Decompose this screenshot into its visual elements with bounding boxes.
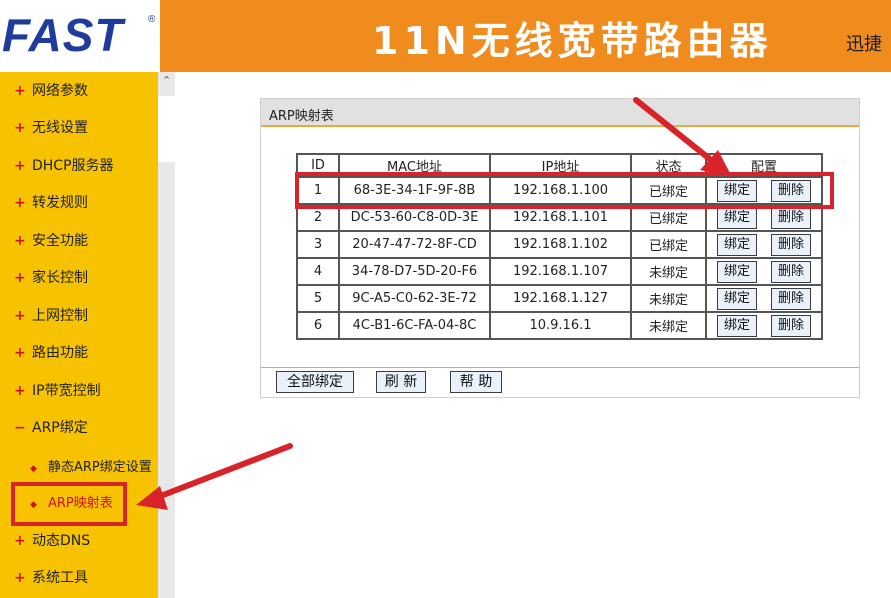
sidebar-item-system-tools[interactable]: + 系统工具 bbox=[14, 567, 88, 587]
row-id: 4 bbox=[296, 257, 340, 286]
sidebar-item-label: ARP绑定 bbox=[32, 420, 88, 436]
menu-highlight-box bbox=[11, 482, 127, 526]
row-config: 绑定 删除 bbox=[705, 230, 823, 259]
row-ip: 192.168.1.107 bbox=[489, 257, 632, 286]
sidebar-item-label: 家长控制 bbox=[32, 270, 88, 286]
sidebar-item-label: IP带宽控制 bbox=[32, 383, 101, 399]
sidebar-subitem-static-arp[interactable]: ◆ 静态ARP绑定设置 bbox=[30, 456, 152, 475]
table-row: 6 4C-B1-6C-FA-04-8C 10.9.16.1 未绑定 绑定 删除 bbox=[296, 311, 823, 340]
plus-icon: + bbox=[14, 158, 26, 174]
plus-icon: + bbox=[14, 345, 26, 361]
sidebar-item-label: DHCP服务器 bbox=[32, 158, 114, 174]
table-row: 4 34-78-D7-5D-20-F6 192.168.1.107 未绑定 绑定… bbox=[296, 257, 823, 286]
sidebar-item-security[interactable]: + 安全功能 bbox=[14, 230, 88, 250]
registered-mark: ® bbox=[148, 14, 156, 25]
sidebar-item-label: 系统工具 bbox=[32, 570, 88, 586]
plus-icon: + bbox=[14, 83, 26, 99]
bind-button[interactable]: 绑定 bbox=[716, 287, 757, 310]
sidebar-item-arp[interactable]: − ARP绑定 bbox=[14, 417, 88, 437]
sidebar-item-network[interactable]: + 网络参数 bbox=[14, 80, 88, 100]
row-highlight-box bbox=[295, 172, 834, 209]
row-config: 绑定 删除 bbox=[705, 311, 823, 340]
plus-icon: + bbox=[14, 120, 26, 136]
row-mac: 34-78-D7-5D-20-F6 bbox=[338, 257, 491, 286]
router-admin-page: FAST ® 11N无线宽带路由器 迅捷 ⌃ + 网络参数 + 无线设置 + DHCP… bbox=[0, 0, 891, 598]
plus-icon: + bbox=[14, 195, 26, 211]
sidebar-item-label: 转发规则 bbox=[32, 195, 88, 211]
help-button[interactable]: 帮 助 bbox=[450, 371, 502, 393]
sidebar-item-label: 动态DNS bbox=[32, 533, 91, 549]
brand-name: 迅捷 bbox=[846, 34, 882, 55]
sidebar-subitem-label: 静态ARP绑定设置 bbox=[48, 460, 152, 475]
sidebar-item-dhcp[interactable]: + DHCP服务器 bbox=[14, 155, 114, 175]
sidebar-item-parental[interactable]: + 家长控制 bbox=[14, 267, 88, 287]
panel-header: ARP映射表 bbox=[261, 99, 859, 127]
panel-title: ARP映射表 bbox=[269, 109, 334, 124]
delete-button[interactable]: 删除 bbox=[771, 206, 812, 229]
refresh-button[interactable]: 刷 新 bbox=[376, 371, 426, 393]
sidebar-item-forwarding[interactable]: + 转发规则 bbox=[14, 192, 88, 212]
minus-icon: − bbox=[14, 420, 26, 436]
row-mac: 4C-B1-6C-FA-04-8C bbox=[338, 311, 491, 340]
row-ip: 192.168.1.102 bbox=[489, 230, 632, 259]
row-status: 已绑定 bbox=[630, 230, 707, 259]
plus-icon: + bbox=[14, 533, 26, 549]
sidebar-item-access-control[interactable]: + 上网控制 bbox=[14, 305, 88, 325]
row-status: 未绑定 bbox=[630, 284, 707, 313]
row-status: 未绑定 bbox=[630, 311, 707, 340]
bind-button[interactable]: 绑定 bbox=[716, 260, 757, 283]
header: FAST ® 11N无线宽带路由器 迅捷 bbox=[0, 0, 891, 72]
scroll-up-icon[interactable]: ⌃ bbox=[158, 74, 175, 92]
dot-icon: ◆ bbox=[30, 464, 37, 474]
sidebar-item-label: 上网控制 bbox=[32, 308, 88, 324]
row-status: 未绑定 bbox=[630, 257, 707, 286]
sidebar-item-bandwidth[interactable]: + IP带宽控制 bbox=[14, 380, 101, 400]
brand-logo: FAST bbox=[2, 9, 124, 61]
sidebar-item-wireless[interactable]: + 无线设置 bbox=[14, 117, 88, 137]
row-id: 5 bbox=[296, 284, 340, 313]
row-id: 6 bbox=[296, 311, 340, 340]
plus-icon: + bbox=[14, 570, 26, 586]
sidebar-item-routing[interactable]: + 路由功能 bbox=[14, 342, 88, 362]
scrollbar-thumb[interactable] bbox=[158, 96, 175, 162]
plus-icon: + bbox=[14, 270, 26, 286]
product-title: 11N无线宽带路由器 bbox=[372, 19, 773, 63]
row-id: 3 bbox=[296, 230, 340, 259]
row-config: 绑定 删除 bbox=[705, 257, 823, 286]
row-ip: 10.9.16.1 bbox=[489, 311, 632, 340]
table-row: 5 9C-A5-C0-62-3E-72 192.168.1.127 未绑定 绑定… bbox=[296, 284, 823, 313]
delete-button[interactable]: 删除 bbox=[771, 314, 812, 337]
bind-button[interactable]: 绑定 bbox=[716, 233, 757, 256]
sidebar-item-label: 网络参数 bbox=[32, 83, 88, 99]
row-mac: 20-47-47-72-8F-CD bbox=[338, 230, 491, 259]
plus-icon: + bbox=[14, 383, 26, 399]
row-mac: 9C-A5-C0-62-3E-72 bbox=[338, 284, 491, 313]
bind-button[interactable]: 绑定 bbox=[716, 314, 757, 337]
row-ip: 192.168.1.127 bbox=[489, 284, 632, 313]
sidebar-item-label: 安全功能 bbox=[32, 233, 88, 249]
bind-all-button[interactable]: 全部绑定 bbox=[276, 371, 354, 393]
plus-icon: + bbox=[14, 233, 26, 249]
arp-table-panel: ARP映射表 ID MAC地址 IP地址 状态 配置 1 68-3E-34-1F… bbox=[260, 98, 860, 398]
delete-button[interactable]: 删除 bbox=[771, 260, 812, 283]
sidebar-item-label: 无线设置 bbox=[32, 120, 88, 136]
row-config: 绑定 删除 bbox=[705, 284, 823, 313]
delete-button[interactable]: 删除 bbox=[771, 287, 812, 310]
panel-divider bbox=[261, 367, 859, 368]
sidebar-item-ddns[interactable]: + 动态DNS bbox=[14, 530, 90, 550]
delete-button[interactable]: 删除 bbox=[771, 233, 812, 256]
plus-icon: + bbox=[14, 308, 26, 324]
table-row: 3 20-47-47-72-8F-CD 192.168.1.102 已绑定 绑定… bbox=[296, 230, 823, 259]
sidebar-item-label: 路由功能 bbox=[32, 345, 88, 361]
bind-button[interactable]: 绑定 bbox=[716, 206, 757, 229]
